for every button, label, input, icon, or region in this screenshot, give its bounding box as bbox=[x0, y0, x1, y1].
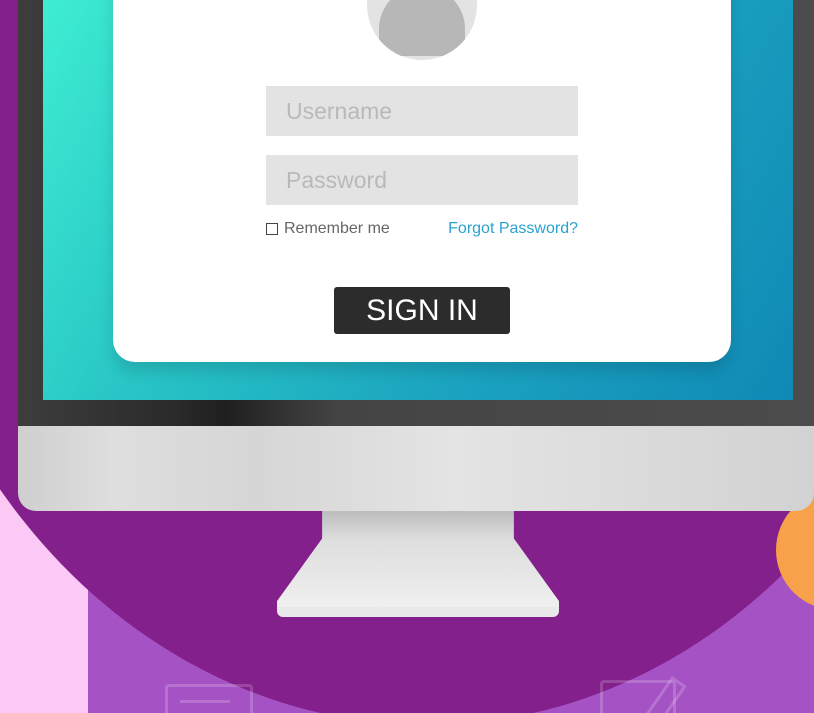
password-input[interactable] bbox=[266, 155, 578, 205]
sign-in-button[interactable]: SIGN IN bbox=[334, 287, 510, 334]
monitor-stand bbox=[277, 511, 559, 617]
decorative-line bbox=[180, 700, 230, 703]
decorative-window-outline bbox=[165, 684, 253, 713]
username-input[interactable] bbox=[266, 86, 578, 136]
monitor-stand-base bbox=[277, 607, 559, 617]
monitor-stand-neck bbox=[277, 511, 559, 609]
avatar-body bbox=[379, 0, 465, 56]
illustration-scene: Remember me Forgot Password? SIGN IN bbox=[0, 0, 814, 713]
forgot-password-link[interactable]: Forgot Password? bbox=[448, 218, 578, 240]
login-card: Remember me Forgot Password? SIGN IN bbox=[113, 0, 731, 362]
checkbox-icon[interactable] bbox=[266, 223, 278, 235]
monitor-chin bbox=[18, 426, 814, 511]
remember-me-checkbox[interactable]: Remember me bbox=[266, 218, 390, 240]
remember-me-label: Remember me bbox=[284, 220, 390, 237]
avatar-circle bbox=[367, 0, 477, 60]
user-avatar-icon bbox=[367, 0, 477, 60]
